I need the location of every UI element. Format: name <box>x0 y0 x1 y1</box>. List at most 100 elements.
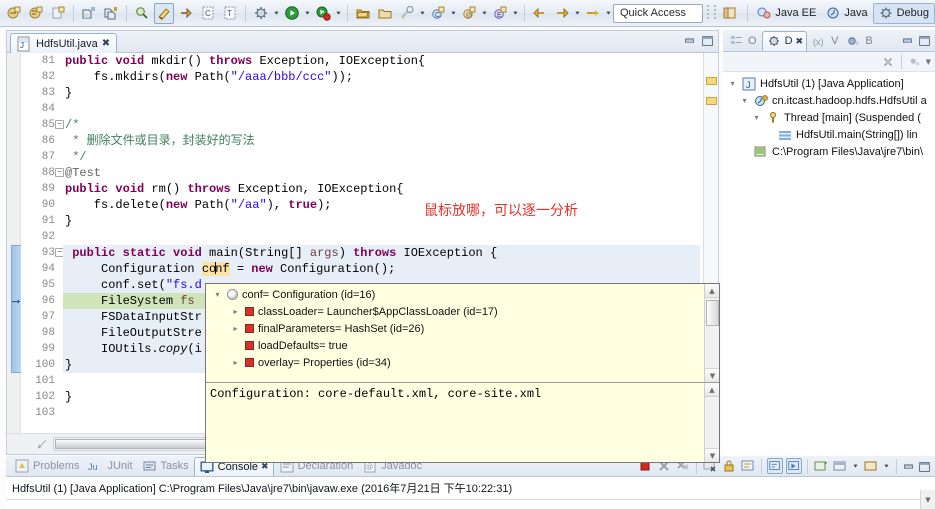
display-selected-console-icon[interactable] <box>786 458 802 474</box>
code-line[interactable]: @Test <box>63 165 700 181</box>
tab-tasks[interactable]: Tasks <box>138 457 193 476</box>
new-console-view-icon[interactable] <box>832 458 848 474</box>
expand-twisty-icon[interactable] <box>751 112 762 123</box>
debug-tree-node[interactable]: HdfsUtil.main(String[]) lin <box>723 126 935 143</box>
run-last-tool-icon[interactable] <box>397 3 417 24</box>
console-output[interactable]: HdfsUtil (1) [Java Application] C:\Progr… <box>6 477 935 509</box>
perspective-debug[interactable]: Debug <box>872 2 935 24</box>
code-line[interactable]: Configuration conf = new Configuration()… <box>63 261 700 277</box>
maximize-icon[interactable] <box>701 34 714 47</box>
variable-row[interactable]: loadDefaults= true <box>206 337 719 354</box>
console-menu-icon[interactable] <box>863 458 879 474</box>
perspective-java[interactable]: Java <box>821 3 872 24</box>
run-icon[interactable] <box>282 3 302 24</box>
code-line[interactable]: /* <box>63 117 700 133</box>
open-folder-icon[interactable] <box>353 3 373 24</box>
expand-twisty-icon[interactable] <box>739 146 750 157</box>
debug-launch-tree[interactable]: J HdfsUtil (1) [Java Application] cn.itcas… <box>723 72 935 455</box>
open-folder-alt-icon[interactable] <box>375 3 395 24</box>
expand-twisty-icon[interactable] <box>739 95 750 106</box>
expand-twisty-icon[interactable] <box>230 323 241 334</box>
code-line[interactable]: public static void main(String[] args) t… <box>63 245 700 261</box>
new-enum-icon[interactable]: E <box>490 3 510 24</box>
variable-tree-scrollbar[interactable]: ▲ ▼ <box>704 284 719 382</box>
next-annotation-icon[interactable] <box>176 3 196 24</box>
open-perspective-button[interactable] <box>718 3 743 24</box>
open-type-icon[interactable]: C <box>198 3 218 24</box>
minimize-icon[interactable] <box>902 460 915 473</box>
editor-tab-hdfsutil[interactable]: J HdfsUtil.java ✖ <box>10 33 118 53</box>
show-console-on-output-icon[interactable] <box>740 458 756 474</box>
code-line[interactable]: fs.delete(new Path("/aa"), true); <box>63 197 700 213</box>
expand-twisty-icon[interactable] <box>230 340 241 351</box>
search-icon[interactable] <box>132 3 152 24</box>
variable-row[interactable]: conf= Configuration (id=16) <box>206 286 719 303</box>
new-wizard-icon[interactable] <box>48 3 68 24</box>
open-console-icon[interactable] <box>813 458 829 474</box>
code-line[interactable]: public void rm() throws Exception, IOExc… <box>63 181 700 197</box>
view-menu-arrow-icon[interactable]: ▼ <box>926 58 931 66</box>
code-line[interactable] <box>63 229 700 245</box>
new-annotation-dropdown-arrow-icon[interactable] <box>480 3 489 23</box>
highlight-pen-icon[interactable] <box>154 2 174 24</box>
console-menu-dropdown-arrow-icon[interactable] <box>882 458 891 474</box>
next-edit-dropdown-arrow-icon[interactable] <box>604 3 613 23</box>
debug-tree-node[interactable]: Thread [main] (Suspended ( <box>723 109 935 126</box>
run-dropdown-arrow-icon[interactable] <box>303 3 312 23</box>
variable-tree[interactable]: conf= Configuration (id=16) classLoader= … <box>206 284 719 382</box>
debug-tree-node[interactable]: cn.itcast.hadoop.hdfs.HdfsUtil a <box>723 92 935 109</box>
variable-row[interactable]: finalParameters= HashSet (id=26) <box>206 320 719 337</box>
expand-twisty-icon[interactable] <box>212 289 223 300</box>
scroll-up-icon[interactable]: ▲ <box>705 284 719 298</box>
new-java-class-dropdown-arrow-icon[interactable] <box>449 3 458 23</box>
save-icon[interactable] <box>79 3 99 24</box>
variable-detail-scrollbar[interactable]: ▲ ▼ <box>704 383 719 462</box>
back-icon[interactable] <box>530 3 550 24</box>
expand-twisty-icon[interactable] <box>727 78 738 89</box>
tab-problems[interactable]: Problems <box>10 457 83 476</box>
scroll-up-icon[interactable]: ▲ <box>705 383 719 397</box>
perspective-drag-handle[interactable] <box>711 3 718 23</box>
code-line[interactable]: } <box>63 85 700 101</box>
quick-access-input[interactable]: Quick Access <box>613 3 704 23</box>
tab-variables[interactable]: (x) V <box>809 31 841 51</box>
scrollbar-thumb[interactable] <box>706 300 719 326</box>
warning-marker-icon[interactable] <box>706 97 717 105</box>
expand-twisty-icon[interactable] <box>230 306 241 317</box>
debug-icon[interactable] <box>251 3 271 24</box>
save-all-icon[interactable] <box>101 3 121 24</box>
variable-inspect-popup[interactable]: conf= Configuration (id=16) classLoader= … <box>205 283 720 463</box>
scroll-down-icon[interactable]: ▼ <box>705 448 719 462</box>
run-external-tools-icon[interactable] <box>313 3 333 24</box>
editor-marker-column[interactable]: ➞ <box>7 53 22 433</box>
code-line[interactable]: * 删除文件或目录，封装好的写法 <box>63 133 700 149</box>
forward-dropdown-arrow-icon[interactable] <box>573 3 582 23</box>
minimize-icon[interactable] <box>901 34 914 47</box>
maximize-icon[interactable] <box>918 34 931 47</box>
expand-twisty-icon[interactable] <box>230 357 241 368</box>
window-scroll-down-icon[interactable]: ▼ <box>920 490 935 509</box>
code-line[interactable]: */ <box>63 149 700 165</box>
tab-debug[interactable]: D ✖ <box>761 30 808 51</box>
tab-outline[interactable]: O <box>726 31 760 51</box>
debug-tree-node[interactable]: C:\Program Files\Java\jre7\bin\ <box>723 143 935 160</box>
debug-dropdown-arrow-icon[interactable] <box>272 3 281 23</box>
disconnect-icon[interactable] <box>881 55 895 69</box>
forward-icon[interactable] <box>552 3 572 24</box>
view-menu-icon[interactable] <box>908 55 922 69</box>
minimize-icon[interactable] <box>683 34 696 47</box>
scroll-lock-icon[interactable] <box>721 458 737 474</box>
next-edit-icon[interactable] <box>583 3 603 24</box>
tab-debug-close-icon[interactable]: ✖ <box>796 36 804 47</box>
warning-marker-icon[interactable] <box>706 77 717 85</box>
variable-detail-pane[interactable]: Configuration: core-default.xml, core-si… <box>206 383 719 462</box>
expand-twisty-icon[interactable] <box>763 129 774 140</box>
new-annotation-icon[interactable]: @ <box>459 3 479 24</box>
variable-row[interactable]: overlay= Properties (id=34) <box>206 354 719 371</box>
open-task-icon[interactable]: T <box>220 3 240 24</box>
scroll-down-icon[interactable]: ▼ <box>705 368 719 382</box>
variable-row[interactable]: classLoader= Launcher$AppClassLoader (id… <box>206 303 719 320</box>
code-line[interactable]: public void mkdir() throws Exception, IO… <box>63 53 700 69</box>
new-java-class-icon[interactable]: C <box>428 3 448 24</box>
run-external-tools-dropdown-arrow-icon[interactable] <box>334 3 343 23</box>
